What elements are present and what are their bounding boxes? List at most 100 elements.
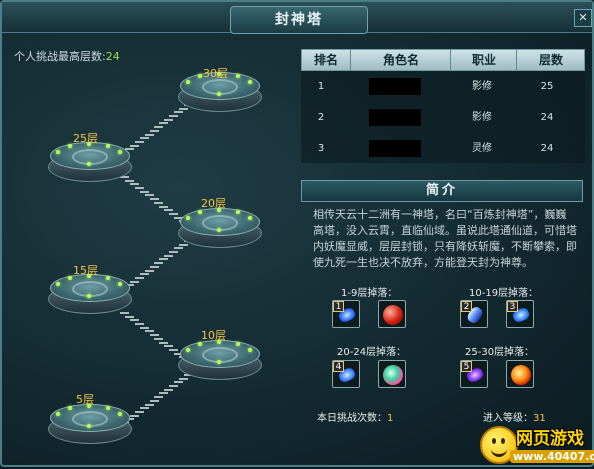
- glow-light: [217, 360, 221, 364]
- stair-step: [159, 258, 169, 261]
- glow-light: [248, 348, 252, 352]
- floor-label: 5层: [76, 393, 94, 406]
- watermark-text: 网页游戏: [516, 429, 584, 449]
- ranking-row: 2 影修 24: [301, 102, 585, 133]
- drop-item-fire-orb[interactable]: [506, 360, 534, 388]
- hidden-name: [369, 109, 421, 126]
- tower-platform[interactable]: [48, 404, 132, 444]
- stair-step: [154, 337, 164, 340]
- stair-step: [154, 262, 164, 265]
- tower-platform[interactable]: [48, 142, 132, 182]
- drop-item-purple-gem[interactable]: 5: [460, 360, 488, 388]
- glow-light: [118, 150, 122, 154]
- colorful-orb-icon: [383, 365, 403, 385]
- row-rank: 2: [317, 112, 325, 123]
- stair-step: [129, 144, 139, 147]
- row-rank: 3: [317, 143, 325, 154]
- drop-item-red-orb[interactable]: [378, 300, 406, 328]
- stair-step: [129, 319, 139, 322]
- stair-step: [159, 122, 169, 125]
- stair-step: [169, 115, 179, 118]
- daily-challenge-count: 本日挑战次数：1: [317, 409, 393, 424]
- stair-step: [129, 414, 139, 417]
- daily-label: 本日挑战次数：: [317, 413, 387, 424]
- daily-value: 1: [387, 413, 394, 424]
- hidden-name: [369, 140, 421, 157]
- floor-label: 25层: [73, 132, 98, 145]
- logo-mouth: [491, 446, 507, 457]
- header-name: 角色名: [350, 50, 451, 70]
- drop-item-blue-crystal[interactable]: 2: [460, 300, 488, 328]
- row-floor: 24: [540, 143, 554, 154]
- glow-light: [248, 80, 252, 84]
- stair-step: [134, 187, 144, 190]
- glow-light: [217, 92, 221, 96]
- drop-item-blue-gem[interactable]: 1: [332, 300, 360, 328]
- glow-light: [106, 406, 110, 410]
- stair-step: [139, 273, 149, 276]
- stair-step: [134, 323, 144, 326]
- stair-step: [169, 212, 179, 215]
- item-number: 5: [461, 361, 472, 372]
- red-orb-icon: [383, 305, 403, 325]
- intro-text: 相传天云十二洲有一神塔，名曰“百炼封神塔”，巍巍高塔，没入云霄，直临仙域。虽说此…: [313, 208, 577, 269]
- header-profession: 职业: [450, 50, 517, 70]
- stair-step: [164, 388, 174, 391]
- site-watermark: 网页游戏 www.40407.com: [480, 422, 594, 469]
- stair-step: [164, 254, 174, 257]
- glow-light: [87, 162, 91, 166]
- stair-step: [159, 205, 169, 208]
- stair-step: [120, 312, 129, 314]
- item-number: 4: [333, 361, 344, 372]
- row-floor: 24: [540, 112, 554, 123]
- stair-step: [149, 129, 159, 132]
- tower-platform[interactable]: [178, 340, 262, 380]
- stair-step: [164, 118, 174, 121]
- stair-step: [164, 345, 174, 348]
- stair-step: [124, 315, 134, 318]
- stair-step: [134, 140, 144, 143]
- record-value: 24: [105, 50, 120, 63]
- stair-step: [154, 201, 164, 204]
- stair-step: [169, 385, 179, 388]
- drop-item-blue-gem[interactable]: 3: [506, 300, 534, 328]
- stair-step: [139, 190, 149, 193]
- row-profession: 灵修: [472, 143, 492, 154]
- stair-step: [154, 396, 164, 399]
- drop-item-blue-gem[interactable]: 4: [332, 360, 360, 388]
- stair-step: [144, 330, 154, 333]
- stair-step: [144, 133, 154, 136]
- drop-label-25-30: 25-30层掉落：: [465, 347, 535, 358]
- logo-eye: [492, 438, 496, 444]
- stair-step: [174, 111, 184, 114]
- stair-step: [149, 265, 159, 268]
- tower-platform[interactable]: [178, 208, 262, 248]
- tower-platform[interactable]: [48, 274, 132, 314]
- glow-light: [56, 282, 60, 286]
- intro-panel: 简介 相传天云十二洲有一神塔，名曰“百炼封神塔”，巍巍高塔，没入云霄，直临仙域。…: [301, 180, 583, 458]
- glow-light: [118, 412, 122, 416]
- title-bar: 封神塔 ✕: [2, 2, 592, 34]
- drop-label-10-19: 10-19层掉落：: [469, 288, 539, 299]
- glow-light: [56, 150, 60, 154]
- item-number: 2: [461, 301, 472, 312]
- stair-step: [134, 276, 144, 279]
- stair-step: [154, 126, 164, 129]
- glow-light: [68, 406, 72, 410]
- stair-step: [144, 269, 154, 272]
- floor-label: 20层: [201, 197, 226, 210]
- header-floor: 层数: [516, 50, 585, 70]
- window-title: 封神塔: [230, 6, 368, 34]
- glow-light: [68, 276, 72, 280]
- watermark-url: www.40407.com: [510, 450, 594, 463]
- stair-step: [139, 137, 149, 140]
- glow-light: [68, 144, 72, 148]
- drop-item-colorful-orb[interactable]: [378, 360, 406, 388]
- stair-step: [139, 407, 149, 410]
- glow-light: [87, 424, 91, 428]
- close-icon[interactable]: ✕: [574, 9, 592, 27]
- stair-step: [144, 403, 154, 406]
- stair-step: [149, 334, 159, 337]
- stair-step: [159, 341, 169, 344]
- stair-step: [129, 183, 139, 186]
